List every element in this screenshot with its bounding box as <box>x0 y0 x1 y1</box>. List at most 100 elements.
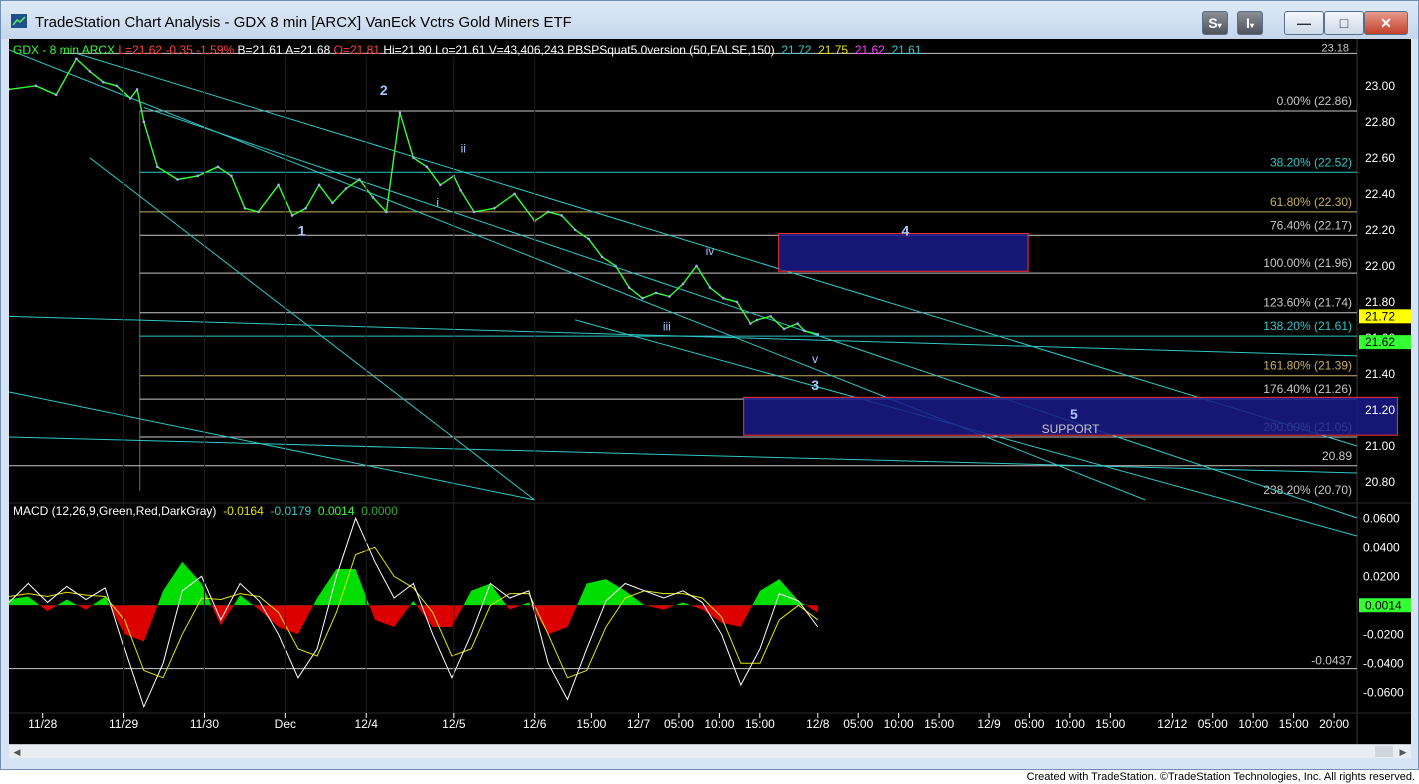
price-marker <box>358 178 361 181</box>
price-marker <box>54 93 58 97</box>
macd-value-1: -0.0164 <box>223 504 264 518</box>
price-tick-label: 22.00 <box>1365 259 1395 273</box>
price-marker <box>176 178 179 181</box>
tradestation-chart-icon <box>11 14 27 28</box>
wave-label: 2 <box>380 82 388 98</box>
price-tick-label: 22.80 <box>1365 115 1395 129</box>
time-tick-label: 12/8 <box>806 717 830 731</box>
price-marker <box>681 282 685 286</box>
price-marker <box>9 88 11 91</box>
time-tick-label: 11/30 <box>190 717 219 731</box>
time-tick-label: 15:00 <box>1095 717 1125 731</box>
time-tick-label: 11/29 <box>109 717 138 731</box>
minimize-button[interactable]: — <box>1284 11 1324 35</box>
i-menu-button[interactable]: I▾ <box>1237 11 1263 35</box>
price-marker <box>425 165 429 169</box>
macd-value-3: 0.0014 <box>317 504 355 518</box>
ask-price: A=21.68 <box>285 43 331 57</box>
scroll-left-icon[interactable]: ◀ <box>11 747 23 757</box>
horizontal-scrollbar[interactable]: ◀ ▶ <box>9 744 1411 758</box>
price-marker <box>75 57 78 61</box>
tradestation-window: TradeStation Chart Analysis - GDX 8 min … <box>0 0 1419 770</box>
price-marker <box>88 70 92 73</box>
price-tick-label: 22.60 <box>1365 151 1395 165</box>
price-series-line <box>9 57 818 335</box>
price-header: GDX - 8 min ARCX L=21.62 -0.35 -1.59% B=… <box>13 43 922 57</box>
title-bar[interactable]: TradeStation Chart Analysis - GDX 8 min … <box>1 1 1418 39</box>
time-tick-label: 20:00 <box>1319 717 1349 731</box>
macd-tick-label: 0.0600 <box>1363 511 1400 525</box>
maximize-button[interactable]: □ <box>1324 11 1364 35</box>
last-price: L=21.62 <box>118 43 163 57</box>
support-label: SUPPORT <box>1042 422 1100 436</box>
macd-value-2: -0.0179 <box>270 504 312 518</box>
price-marker <box>560 214 563 217</box>
maximize-icon: □ <box>1339 15 1349 31</box>
price-marker <box>755 318 759 322</box>
time-tick-label: 10:00 <box>704 717 734 731</box>
price-marker <box>769 315 772 318</box>
net-change: -0.35 <box>165 43 193 57</box>
price-marker <box>277 183 280 187</box>
macd-tick-label: 0.0200 <box>1363 569 1400 583</box>
time-tick-label: 10:00 <box>1055 717 1085 731</box>
price-marker <box>722 297 725 300</box>
fib-level-label: 138.20% (21.61) <box>1263 319 1352 333</box>
price-marker <box>708 286 712 289</box>
price-marker <box>492 206 496 210</box>
price-marker <box>546 210 550 214</box>
price-marker <box>614 264 617 268</box>
chevron-down-icon: ▾ <box>1217 21 1222 30</box>
price-badge-upper-label: 21.72 <box>1365 309 1395 323</box>
price-marker <box>216 165 220 169</box>
price-marker <box>587 237 590 241</box>
macd-label: MACD (12,26,9,Green,Red,DarkGray) <box>13 504 217 518</box>
price-marker <box>600 255 604 259</box>
scrollbar-thumb[interactable] <box>1375 746 1393 757</box>
close-button[interactable]: ✕ <box>1364 11 1408 35</box>
time-tick-label: 05:00 <box>1014 717 1044 731</box>
time-tick-label: 05:00 <box>843 717 873 731</box>
price-tick-label: 21.80 <box>1365 295 1395 309</box>
wave-label: v <box>812 352 818 366</box>
chart-area[interactable]: 23.18 0.00% (22.86) 38.20% (22.52) 61.80% (… <box>9 39 1411 744</box>
macd-header: MACD (12,26,9,Green,Red,DarkGray) -0.016… <box>13 504 398 518</box>
price-marker <box>344 187 348 190</box>
fib-level-label: 161.80% (21.39) <box>1263 359 1352 373</box>
time-tick-label: 15:00 <box>924 717 954 731</box>
wave-label: iv <box>706 244 715 258</box>
price-marker <box>135 88 139 91</box>
symbol-label: GDX - 8 min <box>13 43 80 57</box>
time-tick-label: 10:00 <box>884 717 914 731</box>
price-marker <box>803 329 806 333</box>
time-tick-label: 10:00 <box>1238 717 1268 731</box>
macd-tick-label: 0.0400 <box>1363 540 1400 554</box>
indicator-label: PBSPSquat5.0version (50,FALSE,150) <box>567 43 775 57</box>
price-marker <box>513 192 516 196</box>
price-tick-label: 23.00 <box>1365 79 1395 93</box>
time-tick-label: 15:00 <box>745 717 775 731</box>
price-marker <box>155 165 159 169</box>
macd-tick-label: -0.0600 <box>1363 685 1404 699</box>
price-marker <box>459 188 462 192</box>
price-marker <box>695 264 698 268</box>
s-menu-button[interactable]: S▾ <box>1202 11 1228 35</box>
macd-value-4: 0.0000 <box>361 504 398 518</box>
price-marker <box>641 297 644 300</box>
scroll-right-icon[interactable]: ▶ <box>1397 747 1409 757</box>
top-level-label: 23.18 <box>1321 42 1349 54</box>
macd-ref-label: -0.0437 <box>1311 654 1352 668</box>
macd-tick-label: -0.0200 <box>1363 627 1404 641</box>
time-tick-label: 15:00 <box>1279 717 1309 731</box>
price-marker <box>412 156 415 160</box>
fib-level-label: 238.20% (20.70) <box>1263 483 1352 497</box>
time-tick-label: 11/28 <box>28 717 57 731</box>
price-marker <box>290 214 294 217</box>
price-marker <box>331 201 334 205</box>
chart-canvas[interactable]: 23.18 0.00% (22.86) 38.20% (22.52) 61.80% (… <box>9 39 1411 744</box>
fib-level-label: 176.40% (21.26) <box>1263 382 1352 396</box>
price-marker <box>317 183 321 187</box>
exchange-label: ARCX <box>81 43 116 57</box>
price-marker <box>196 174 200 178</box>
price-tick-label: 22.20 <box>1365 223 1395 237</box>
